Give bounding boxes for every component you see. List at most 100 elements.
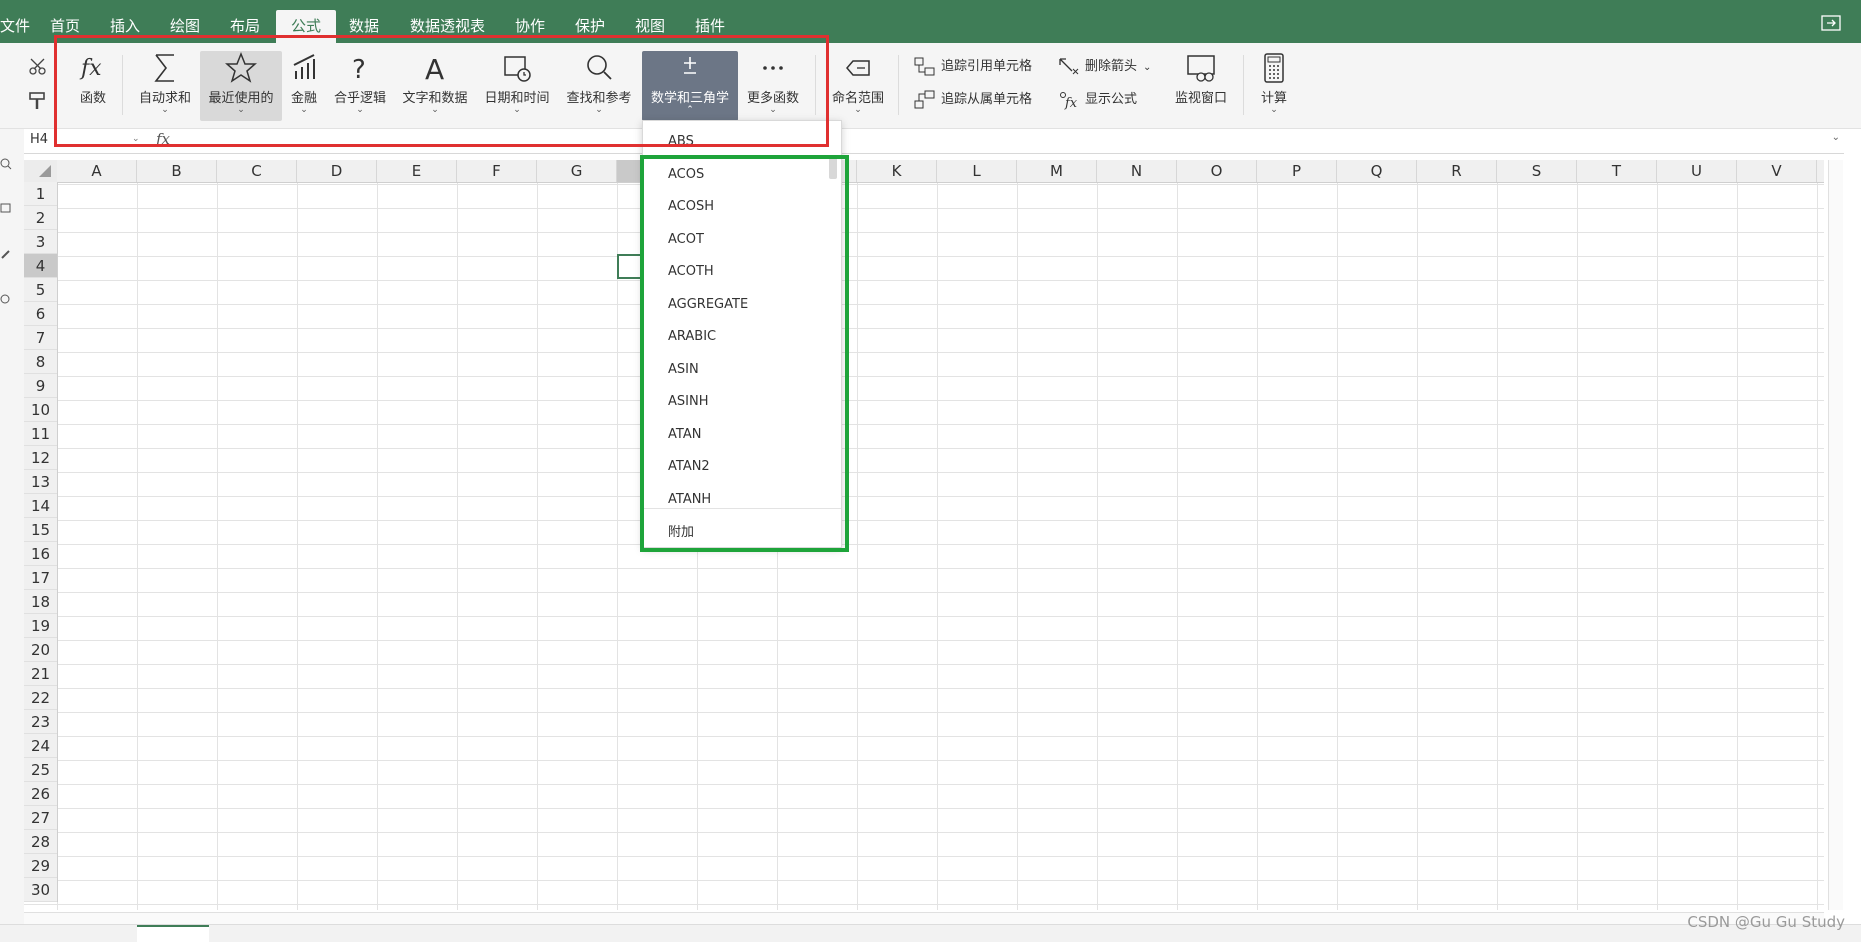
row-header[interactable]: 17 — [24, 566, 57, 590]
dropdown-scrollbar[interactable] — [829, 157, 837, 179]
row-header[interactable]: 13 — [24, 470, 57, 494]
date-time-button[interactable]: 日期和时间 ⌄ — [480, 51, 554, 121]
comment-icon[interactable] — [0, 203, 12, 215]
column-header[interactable]: C — [217, 160, 297, 182]
function-item[interactable]: ACOT — [668, 232, 704, 247]
column-header[interactable]: V — [1737, 160, 1817, 182]
row-header[interactable]: 22 — [24, 686, 57, 710]
function-item[interactable]: ARABIC — [668, 329, 716, 344]
cell-grid[interactable] — [24, 160, 1824, 910]
column-header[interactable]: R — [1417, 160, 1497, 182]
recently-used-button[interactable]: 最近使用的 ⌄ — [200, 51, 282, 121]
logical-button[interactable]: ? 合乎逻辑 ⌄ — [330, 51, 390, 121]
column-header[interactable]: O — [1177, 160, 1257, 182]
chevron-down-icon[interactable]: ⌄ — [1832, 132, 1840, 143]
column-header[interactable]: A — [57, 160, 137, 182]
row-header[interactable]: 19 — [24, 614, 57, 638]
fx-icon[interactable]: fx — [156, 130, 170, 148]
column-header[interactable]: U — [1657, 160, 1737, 182]
column-header[interactable]: S — [1497, 160, 1577, 182]
column-header[interactable]: Q — [1337, 160, 1417, 182]
menu-layout[interactable]: 布局 — [230, 15, 260, 36]
row-header[interactable]: 10 — [24, 398, 57, 422]
column-header[interactable]: F — [457, 160, 537, 182]
function-item[interactable]: ATAN2 — [668, 459, 710, 474]
math-trig-button[interactable]: 数学和三角学 ⌃ — [642, 51, 738, 121]
function-item[interactable]: ASIN — [668, 362, 699, 377]
row-header[interactable]: 30 — [24, 878, 57, 902]
row-header[interactable]: 29 — [24, 854, 57, 878]
name-box[interactable]: H4 — [30, 132, 48, 147]
exit-icon[interactable] — [1821, 15, 1841, 31]
menu-plugins[interactable]: 插件 — [695, 15, 725, 36]
row-header[interactable]: 4 — [24, 254, 57, 278]
menu-view[interactable]: 视图 — [635, 15, 665, 36]
row-header[interactable]: 20 — [24, 638, 57, 662]
column-header[interactable]: T — [1577, 160, 1657, 182]
menu-insert[interactable]: 插入 — [110, 15, 140, 36]
function-item[interactable]: ATANH — [668, 492, 711, 507]
cut-icon[interactable] — [28, 57, 48, 77]
row-header[interactable]: 18 — [24, 590, 57, 614]
show-formulas-button[interactable]: fx 显示公式 — [1058, 88, 1137, 112]
trace-dependents-button[interactable]: 追踪从属单元格 — [914, 88, 1032, 112]
row-header[interactable]: 8 — [24, 350, 57, 374]
dropdown-footer-item[interactable]: 附加 — [668, 521, 694, 540]
calculate-button[interactable]: 计算 ⌄ — [1254, 51, 1294, 121]
row-header[interactable]: 28 — [24, 830, 57, 854]
row-header[interactable]: 15 — [24, 518, 57, 542]
menu-pivot[interactable]: 数据透视表 — [410, 15, 485, 36]
menu-home[interactable]: 首页 — [50, 15, 80, 36]
row-header[interactable]: 16 — [24, 542, 57, 566]
search-icon[interactable] — [0, 158, 12, 170]
menu-data[interactable]: 数据 — [349, 15, 379, 36]
column-header[interactable]: N — [1097, 160, 1177, 182]
function-item[interactable]: ACOTH — [668, 264, 714, 279]
row-header[interactable]: 11 — [24, 422, 57, 446]
menu-protect[interactable]: 保护 — [575, 15, 605, 36]
lookup-button[interactable]: 查找和参考 ⌄ — [562, 51, 636, 121]
financial-button[interactable]: 金融 ⌄ — [288, 51, 320, 121]
trace-precedents-button[interactable]: 追踪引用单元格 — [914, 55, 1032, 79]
row-header[interactable]: 9 — [24, 374, 57, 398]
function-item[interactable]: ASINH — [668, 394, 708, 409]
row-header[interactable]: 3 — [24, 230, 57, 254]
row-header[interactable]: 26 — [24, 782, 57, 806]
menu-formulas[interactable]: 公式 — [276, 10, 337, 43]
menu-file[interactable]: 文件 — [0, 15, 30, 36]
autosum-button[interactable]: 自动求和 ⌄ — [134, 51, 196, 121]
row-header[interactable]: 12 — [24, 446, 57, 470]
row-header[interactable]: 23 — [24, 710, 57, 734]
row-header[interactable]: 25 — [24, 758, 57, 782]
row-header[interactable]: 5 — [24, 278, 57, 302]
column-header[interactable]: E — [377, 160, 457, 182]
function-item[interactable]: ATAN — [668, 427, 701, 442]
text-button[interactable]: A 文字和数据 ⌄ — [398, 51, 472, 121]
row-header[interactable]: 14 — [24, 494, 57, 518]
column-header[interactable]: M — [1017, 160, 1097, 182]
column-header[interactable]: K — [857, 160, 937, 182]
row-header[interactable]: 2 — [24, 206, 57, 230]
row-header[interactable]: 27 — [24, 806, 57, 830]
function-item[interactable]: AGGREGATE — [668, 297, 748, 312]
column-header[interactable]: B — [137, 160, 217, 182]
function-item[interactable]: ACOSH — [668, 199, 714, 214]
more-functions-button[interactable]: 更多函数 ⌄ — [742, 51, 804, 121]
insert-function-button[interactable]: fx 函数 — [72, 51, 114, 121]
function-item[interactable]: ACOS — [668, 167, 704, 182]
row-header[interactable]: 7 — [24, 326, 57, 350]
row-header[interactable]: 6 — [24, 302, 57, 326]
edit-icon[interactable] — [0, 248, 12, 260]
row-header[interactable]: 21 — [24, 662, 57, 686]
row-header[interactable]: 1 — [24, 182, 57, 206]
watch-window-button[interactable]: 监视窗口 — [1170, 51, 1232, 121]
column-header[interactable]: G — [537, 160, 617, 182]
function-item[interactable]: ABS — [668, 134, 694, 149]
sheet-tab[interactable] — [137, 925, 209, 944]
row-header[interactable]: 24 — [24, 734, 57, 758]
column-header[interactable]: L — [937, 160, 1017, 182]
settings-icon[interactable] — [0, 293, 12, 305]
menu-draw[interactable]: 绘图 — [170, 15, 200, 36]
menu-collaborate[interactable]: 协作 — [515, 15, 545, 36]
select-all-corner[interactable] — [24, 160, 58, 183]
